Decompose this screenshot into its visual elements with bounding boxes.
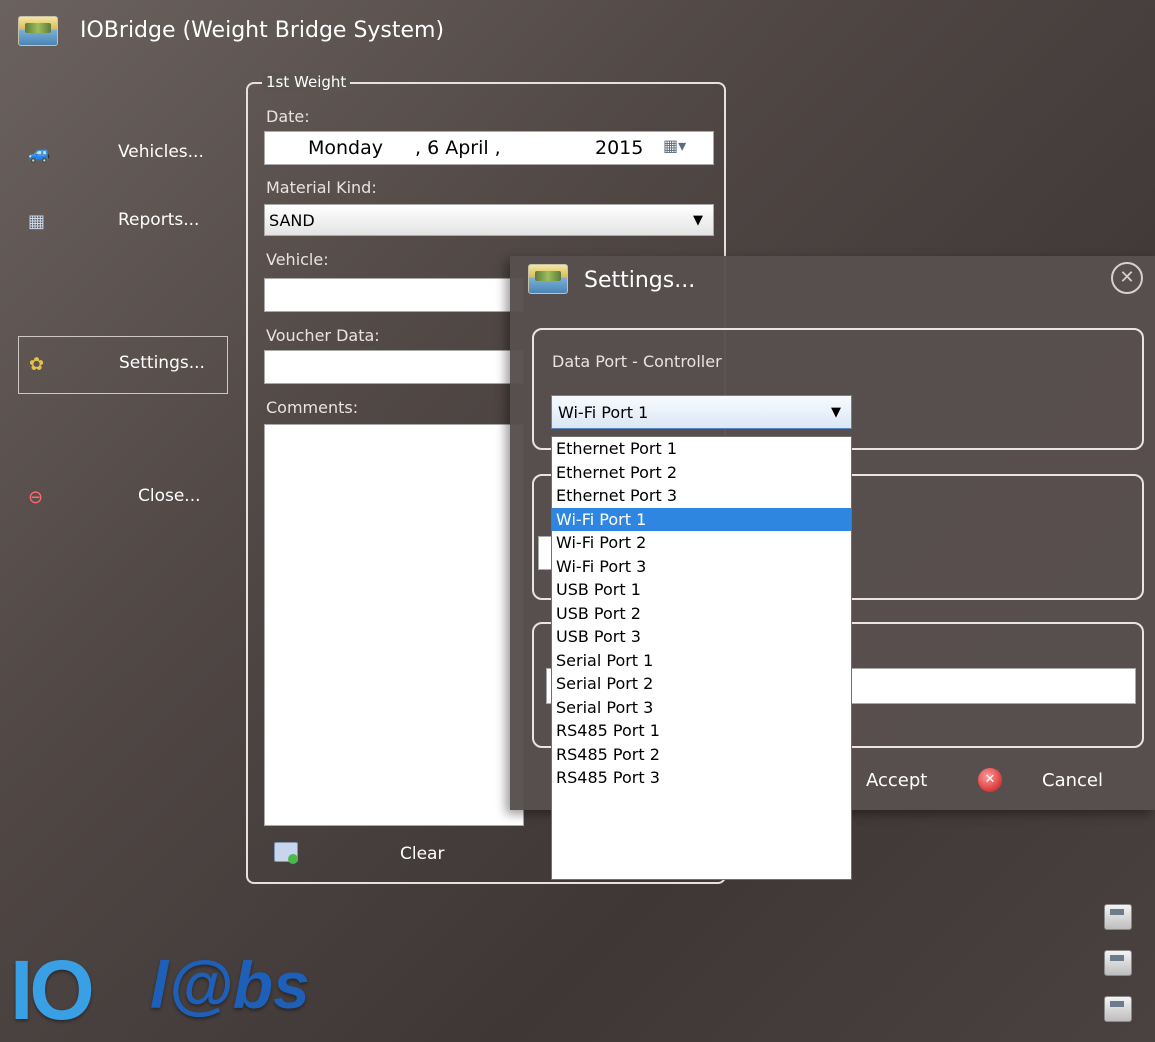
clear-button[interactable]: Clear: [266, 838, 486, 870]
sidebar-item-close[interactable]: ⊖ Close...: [18, 470, 226, 526]
save-icon[interactable]: [1104, 996, 1132, 1022]
data-port-option[interactable]: USB Port 2: [552, 602, 851, 626]
date-picker[interactable]: Monday , 6 April , 2015 ▦▾: [264, 131, 714, 165]
date-weekday: Monday: [308, 137, 384, 159]
data-port-option[interactable]: USB Port 3: [552, 625, 851, 649]
chevron-down-icon: ▼: [831, 405, 841, 420]
sidebar-item-settings[interactable]: ✿ Settings...: [18, 336, 228, 394]
data-port-label: Data Port - Controller: [552, 352, 722, 371]
cancel-icon: ✕: [978, 768, 1002, 792]
material-kind-select[interactable]: SAND ▼: [264, 204, 714, 236]
data-port-option[interactable]: RS485 Port 1: [552, 719, 851, 743]
data-port-option[interactable]: Serial Port 3: [552, 696, 851, 720]
comments-textarea[interactable]: [264, 424, 524, 826]
material-kind-value: SAND: [269, 211, 315, 230]
close-circle-icon: ⊖: [28, 487, 44, 508]
voucher-data-input[interactable]: [264, 350, 524, 384]
comments-label: Comments:: [266, 398, 359, 417]
vehicle-label: Vehicle:: [266, 250, 329, 269]
data-port-option[interactable]: RS485 Port 3: [552, 766, 851, 790]
calendar-icon[interactable]: ▦▾: [663, 136, 686, 155]
sidebar-item-label: Close...: [138, 486, 201, 506]
sidebar-item-label: Settings...: [119, 353, 205, 373]
iolabs-logo: IO l@bs: [10, 940, 340, 1035]
save-icon[interactable]: [1104, 904, 1132, 930]
data-port-options: Ethernet Port 1 Ethernet Port 2 Ethernet P…: [552, 437, 851, 790]
accept-label: Accept: [866, 770, 928, 791]
sidebar-item-label: Vehicles...: [118, 142, 204, 162]
group-legend: 1st Weight: [262, 73, 351, 91]
cancel-label: Cancel: [1042, 770, 1103, 791]
settings-dialog-title: Settings...: [584, 268, 696, 293]
data-port-option[interactable]: USB Port 1: [552, 578, 851, 602]
dialog-close-icon[interactable]: ✕: [1111, 262, 1143, 294]
window-title: IOBridge (Weight Bridge System): [80, 18, 445, 43]
data-port-option[interactable]: Serial Port 2: [552, 672, 851, 696]
table-icon: ▦: [28, 211, 46, 232]
date-label: Date:: [266, 107, 310, 126]
data-port-select[interactable]: Wi-Fi Port 1 ▼: [551, 395, 852, 429]
data-port-group: [532, 328, 1144, 450]
app-icon: [18, 16, 58, 46]
car-icon: 🚙: [28, 143, 51, 164]
data-port-selected-value: Wi-Fi Port 1: [558, 403, 649, 422]
sidebar-item-label: Reports...: [118, 210, 200, 230]
cancel-button[interactable]: ✕ Cancel: [970, 762, 1130, 798]
material-kind-label: Material Kind:: [266, 178, 377, 197]
save-icon[interactable]: [1104, 950, 1132, 976]
settings-dialog-icon: [528, 264, 568, 294]
gear-icon: ✿: [29, 354, 45, 375]
data-port-option[interactable]: RS485 Port 2: [552, 743, 851, 767]
chevron-down-icon: ▼: [693, 213, 703, 228]
data-port-option[interactable]: Ethernet Port 3: [552, 484, 851, 508]
date-year: 2015: [595, 137, 644, 159]
logo-io: IO: [10, 943, 95, 1037]
data-port-option[interactable]: Serial Port 1: [552, 649, 851, 673]
sidebar-item-reports[interactable]: ▦ Reports...: [18, 194, 226, 250]
data-port-dropdown: Ethernet Port 1 Ethernet Port 2 Ethernet P…: [551, 436, 852, 880]
add-badge-icon: [288, 854, 298, 864]
clear-label: Clear: [400, 844, 445, 864]
vehicle-input[interactable]: [264, 278, 524, 312]
data-port-option[interactable]: Wi-Fi Port 2: [552, 531, 851, 555]
voucher-data-label: Voucher Data:: [266, 326, 380, 345]
data-port-option[interactable]: Wi-Fi Port 3: [552, 555, 851, 579]
data-port-option[interactable]: Ethernet Port 1: [552, 437, 851, 461]
data-port-option[interactable]: Wi-Fi Port 1: [552, 507, 851, 531]
sidebar-item-vehicles[interactable]: 🚙 Vehicles...: [18, 126, 226, 182]
logo-labs: l@bs: [150, 948, 310, 1022]
accept-button[interactable]: Accept: [850, 762, 960, 798]
data-port-option[interactable]: Ethernet Port 2: [552, 461, 851, 485]
date-day-month: , 6 April ,: [415, 137, 501, 159]
